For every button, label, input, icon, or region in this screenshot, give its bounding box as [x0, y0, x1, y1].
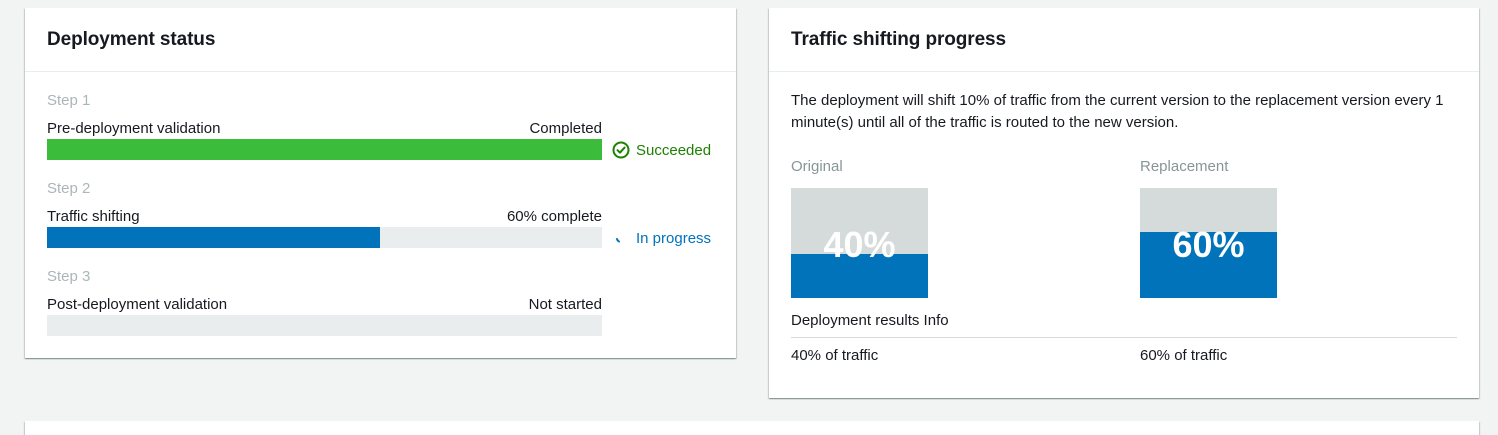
step-2-label: Step 2: [47, 180, 91, 197]
step-2-name: Traffic shifting: [47, 208, 140, 225]
deployment-results-title: Deployment results Info: [791, 312, 949, 329]
step-1-status: Succeeded: [612, 141, 711, 159]
step-1-progress-fill: [47, 139, 602, 160]
next-card: [25, 421, 1479, 435]
deployment-status-card: Deployment status Step 1 Pre-deployment …: [25, 8, 736, 358]
original-label: Original: [791, 158, 843, 175]
step-1-progress-bar: [47, 139, 602, 160]
step-1-status-label: Succeeded: [636, 141, 712, 159]
spinner-icon: [616, 238, 620, 243]
traffic-shifting-title: Traffic shifting progress: [791, 28, 1006, 50]
step-3-name: Post-deployment validation: [47, 296, 228, 313]
deployment-status-title: Deployment status: [47, 28, 216, 50]
step-3-state: Not started: [528, 296, 602, 313]
step-2: Step 2 Traffic shifting 60% complete: [47, 180, 602, 250]
traffic-shifting-description: The deployment will shift 10% of traffic…: [791, 92, 1444, 131]
check-circle-icon: [612, 141, 630, 159]
original-traffic-value: 40% of traffic: [791, 347, 879, 364]
replacement-label: Replacement: [1140, 158, 1229, 175]
step-1-state: Completed: [529, 120, 602, 137]
step-2-progress-bar: [47, 227, 602, 248]
traffic-shifting-header: Traffic shifting progress: [769, 8, 1479, 72]
replacement-traffic-box: 60%: [1140, 188, 1277, 298]
step-3-label: Step 3: [47, 268, 91, 285]
original-traffic-box: 40%: [791, 188, 928, 298]
step-1: Step 1 Pre-deployment validation Complet…: [47, 92, 602, 162]
replacement-percent: 60%: [1172, 224, 1245, 265]
original-percent: 40%: [823, 224, 896, 265]
step-3-progress-bar: [47, 315, 602, 336]
replacement-traffic-value: 60% of traffic: [1140, 347, 1228, 364]
step-1-name: Pre-deployment validation: [47, 120, 221, 137]
step-2-status: In progress: [612, 229, 711, 247]
step-2-status-label: In progress: [636, 229, 712, 247]
traffic-shifting-card: Traffic shifting progress The deployment…: [769, 8, 1479, 398]
results-divider: [791, 337, 1457, 338]
step-2-state: 60% complete: [506, 208, 602, 225]
step-1-label: Step 1: [47, 92, 91, 109]
step-3: Step 3 Post-deployment validation Not st…: [47, 268, 602, 338]
step-2-progress-fill: [47, 227, 380, 248]
deployment-status-header: Deployment status: [25, 8, 736, 72]
